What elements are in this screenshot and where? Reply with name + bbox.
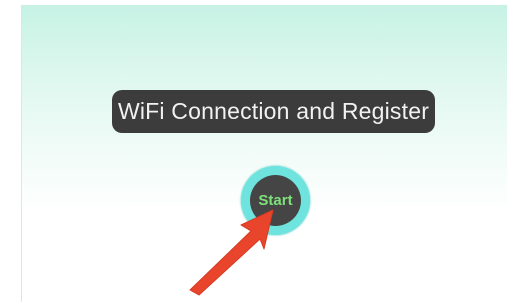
pointer-arrow-icon (189, 209, 274, 296)
screenshot-frame: WiFi Connection and Register Start (0, 0, 507, 302)
page-title: WiFi Connection and Register (112, 90, 435, 133)
